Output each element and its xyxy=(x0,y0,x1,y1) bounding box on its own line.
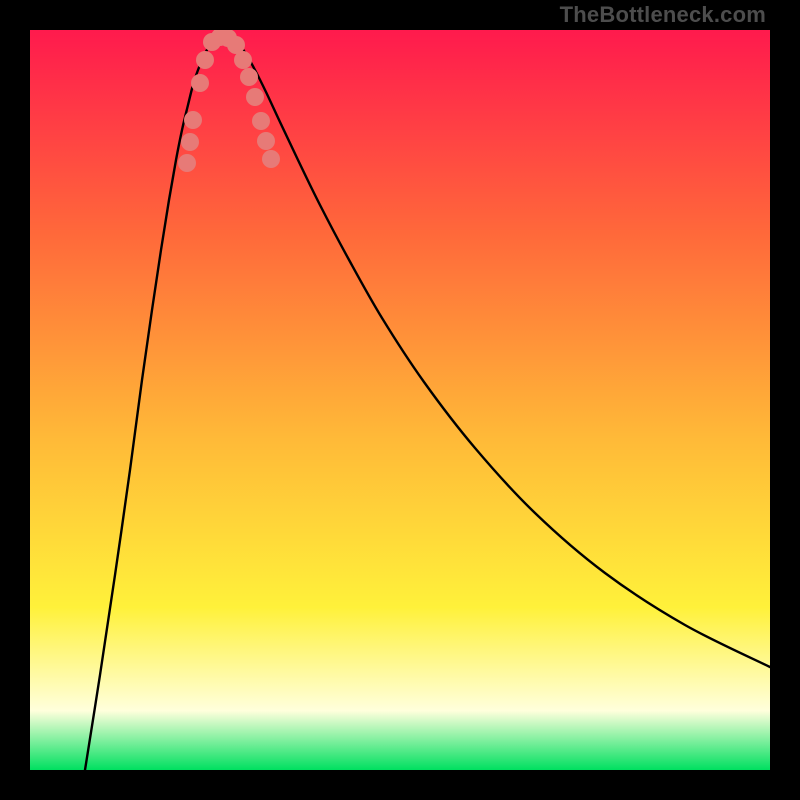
data-marker xyxy=(262,150,280,168)
data-marker xyxy=(191,74,209,92)
data-marker xyxy=(178,154,196,172)
data-marker xyxy=(181,133,199,151)
data-marker xyxy=(184,111,202,129)
watermark-text: TheBottleneck.com xyxy=(560,2,766,28)
chart-curves xyxy=(30,30,770,770)
data-marker xyxy=(240,68,258,86)
data-marker xyxy=(196,51,214,69)
plot-area xyxy=(30,30,770,770)
series-right-branch xyxy=(230,36,770,667)
data-marker xyxy=(252,112,270,130)
data-marker xyxy=(246,88,264,106)
series-left-branch xyxy=(85,36,218,770)
data-marker xyxy=(234,51,252,69)
data-marker xyxy=(257,132,275,150)
chart-frame: TheBottleneck.com xyxy=(0,0,800,800)
